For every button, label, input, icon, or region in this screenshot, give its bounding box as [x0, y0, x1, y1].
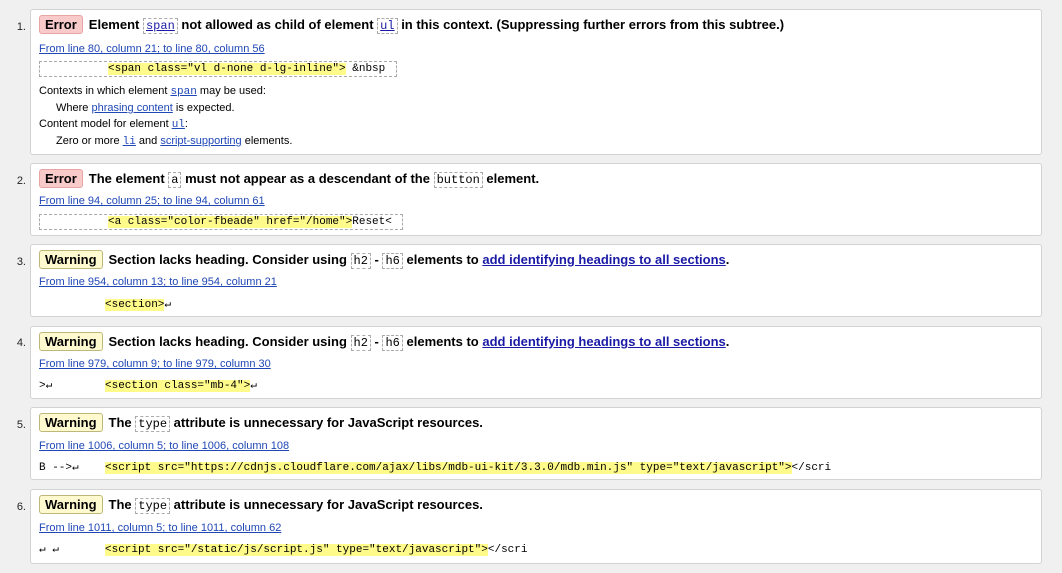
warning-badge: Warning — [39, 250, 103, 269]
message-number: 5. — [16, 419, 26, 431]
code-h6: h6 — [382, 335, 403, 351]
location-link[interactable]: From line 1011, column 5; to line 1011, … — [39, 522, 281, 534]
source-extract: <section>↵ — [105, 299, 172, 311]
code-h6: h6 — [382, 253, 403, 269]
headings-link[interactable]: add identifying headings to all sections — [482, 252, 725, 267]
message-warning-5: Warning The type attribute is unnecessary… — [30, 407, 1042, 480]
message-error-1: Error Element span not allowed as child o… — [30, 9, 1042, 155]
code-ul-link[interactable]: ul — [377, 18, 398, 34]
code-type: type — [135, 498, 171, 514]
source-extract: ↵ ↵ <script src="/static/js/script.js" ty… — [39, 544, 528, 556]
message-text: Warning The type attribute is unnecessary… — [39, 413, 483, 433]
code-button: button — [433, 172, 483, 188]
message-number: 3. — [16, 256, 26, 268]
message-text: Warning Section lacks heading. Consider u… — [39, 332, 729, 352]
warning-badge: Warning — [39, 332, 103, 351]
source-extract: >↵ <section class="mb-4">↵ — [39, 380, 257, 392]
message-warning-6: Warning The type attribute is unnecessary… — [30, 489, 1042, 564]
message-number: 6. — [16, 501, 26, 513]
message-warning-3: Warning Section lacks heading. Consider u… — [30, 244, 1042, 317]
message-number: 1. — [16, 21, 26, 33]
message-text: Warning The type attribute is unnecessary… — [39, 495, 483, 515]
warning-badge: Warning — [39, 413, 103, 432]
error-badge: Error — [39, 15, 83, 34]
message-number: 4. — [16, 337, 26, 349]
warning-badge: Warning — [39, 495, 103, 514]
headings-link[interactable]: add identifying headings to all sections — [482, 334, 725, 349]
location-link[interactable]: From line 1006, column 5; to line 1006, … — [39, 440, 289, 452]
code-type: type — [135, 416, 171, 432]
content-model-line: Zero or more li and script-supporting el… — [56, 135, 293, 148]
code-span-link[interactable]: span — [142, 18, 178, 34]
phrasing-content-link[interactable]: phrasing content — [91, 102, 172, 114]
message-warning-4: Warning Section lacks heading. Consider u… — [30, 326, 1042, 399]
error-badge: Error — [39, 169, 83, 188]
message-text: Error Element span not allowed as child o… — [39, 15, 784, 35]
code-h2: h2 — [350, 335, 371, 351]
source-extract: <span class="vl d-none d-lg-inline"> &nb… — [39, 61, 397, 77]
message-number: 2. — [16, 175, 26, 187]
location-link[interactable]: From line 94, column 25; to line 94, col… — [39, 195, 265, 207]
context-line: Where phrasing content is expected. — [56, 102, 235, 114]
code-a: a — [168, 172, 182, 188]
code-h2: h2 — [350, 253, 371, 269]
source-extract: <a class="color-fbeade" href="/home">Res… — [39, 214, 403, 230]
location-link[interactable]: From line 954, column 13; to line 954, c… — [39, 276, 277, 288]
script-supporting-link[interactable]: script-supporting — [160, 135, 241, 147]
content-model-line: Content model for element ul: — [39, 118, 188, 131]
location-link[interactable]: From line 80, column 21; to line 80, col… — [39, 43, 265, 55]
message-text: Warning Section lacks heading. Consider u… — [39, 250, 729, 270]
message-error-2: Error The element a must not appear as a … — [30, 163, 1042, 236]
source-extract: B -->↵ <script src="https://cdnjs.cloudfl… — [39, 462, 832, 474]
location-link[interactable]: From line 979, column 9; to line 979, co… — [39, 358, 271, 370]
message-text: Error The element a must not appear as a … — [39, 169, 539, 189]
context-line: Contexts in which element span may be us… — [39, 85, 266, 98]
